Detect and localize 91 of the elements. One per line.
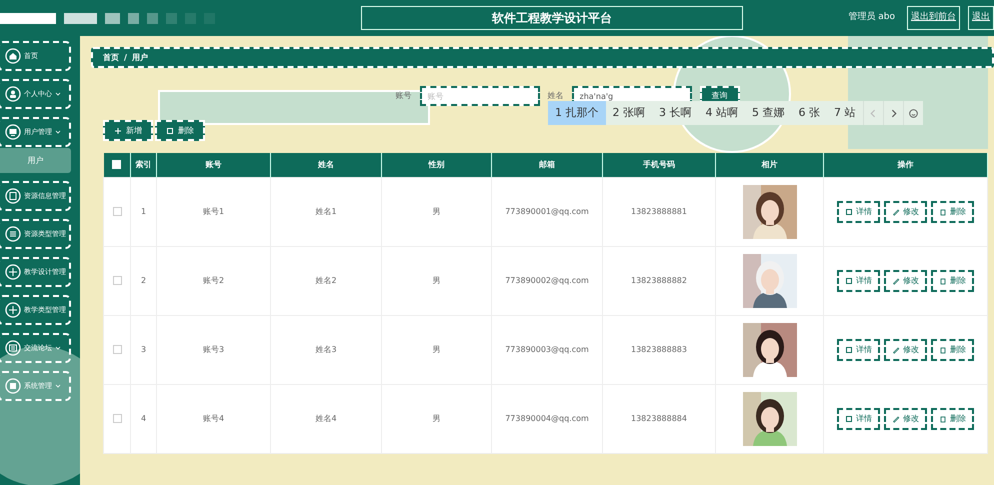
row-checkbox[interactable] <box>112 276 122 285</box>
document-icon <box>845 346 853 354</box>
row-checkbox[interactable] <box>112 414 122 423</box>
list-icon <box>5 226 21 242</box>
field-label: 账号 <box>396 90 412 102</box>
header-link[interactable]: 退出 <box>968 6 994 30</box>
detail-button[interactable]: 详情 <box>837 338 880 360</box>
edit-button[interactable]: 修改 <box>884 338 927 360</box>
table-cell: 姓名4 <box>270 384 382 453</box>
header-decoration <box>0 12 56 24</box>
column-header: 账号 <box>156 153 270 177</box>
table-cell: 男 <box>382 384 492 453</box>
edit-button[interactable]: 修改 <box>884 200 927 222</box>
table-cell: 男 <box>382 177 492 246</box>
header-link[interactable]: 退出到前台 <box>907 6 960 30</box>
table-cell: 13823888883 <box>602 315 716 384</box>
breadcrumb-link[interactable]: 首页 <box>103 52 119 64</box>
ime-candidate[interactable]: 5 查娜 <box>745 101 792 125</box>
emoji-icon <box>908 108 918 118</box>
home-icon <box>5 48 21 64</box>
table-cell: 13823888884 <box>602 384 716 453</box>
pencil-icon <box>892 276 900 284</box>
table-cell: 13823888882 <box>602 246 716 315</box>
table-cell: 4 <box>130 384 156 453</box>
ime-candidate[interactable]: 1 扎那个 <box>548 101 606 125</box>
column-header: 索引 <box>130 153 156 177</box>
delete-button[interactable]: 删除 <box>155 120 205 141</box>
header-decoration <box>128 12 139 24</box>
delete-button[interactable]: 删除 <box>931 408 974 430</box>
pencil-icon <box>892 414 900 422</box>
detail-button[interactable]: 详情 <box>837 408 880 430</box>
table-cell: 账号3 <box>156 315 270 384</box>
column-header: 性别 <box>382 153 492 177</box>
prev-icon <box>868 108 878 118</box>
user-name: 管理员 abo <box>847 10 896 24</box>
add-button[interactable]: 新增 <box>103 120 153 141</box>
column-header: 操作 <box>824 153 988 177</box>
monitor-icon <box>5 124 21 140</box>
document-icon <box>5 188 21 204</box>
table-cell: 姓名2 <box>270 246 382 315</box>
header-decoration <box>64 12 97 24</box>
document-icon <box>845 276 853 284</box>
document-icon <box>845 414 853 422</box>
table-cell: 1 <box>130 177 156 246</box>
document-icon <box>845 208 853 216</box>
detail-button[interactable]: 详情 <box>837 200 880 222</box>
select-all-checkbox[interactable] <box>112 160 122 170</box>
app-title: 软件工程教学设计平台 <box>361 6 744 30</box>
detail-button[interactable]: 详情 <box>837 270 880 292</box>
field-label: 姓名 <box>548 90 564 102</box>
delete-button[interactable]: 删除 <box>931 200 974 222</box>
pencil-icon <box>892 346 900 354</box>
table-cell: 13823888881 <box>602 177 716 246</box>
table-cell: 773890004@qq.com <box>492 384 602 453</box>
delete-button[interactable]: 删除 <box>931 338 974 360</box>
ime-candidate[interactable]: 7 站 <box>827 101 862 125</box>
row-checkbox[interactable] <box>112 344 122 354</box>
column-header: 邮箱 <box>492 153 602 177</box>
table-cell: 773890003@qq.com <box>492 315 602 384</box>
box-icon <box>5 378 21 394</box>
column-header: 姓名 <box>270 153 382 177</box>
ime-candidate[interactable]: 6 张 <box>792 101 827 125</box>
table-cell: 姓名1 <box>270 177 382 246</box>
delete-button[interactable]: 删除 <box>931 270 974 292</box>
header-decoration <box>185 12 196 24</box>
table-cell: 男 <box>382 315 492 384</box>
table-cell: 男 <box>382 246 492 315</box>
message-icon <box>5 340 21 356</box>
header-decoration <box>147 12 158 24</box>
header-decoration <box>166 12 177 24</box>
table-cell: 账号2 <box>156 246 270 315</box>
table-cell: 账号4 <box>156 384 270 453</box>
breadcrumb-separator: / <box>124 52 127 64</box>
column-header: 手机号码 <box>602 153 716 177</box>
edit-button[interactable]: 修改 <box>884 270 927 292</box>
grid-icon <box>5 302 21 318</box>
table-cell: 2 <box>130 246 156 315</box>
row-checkbox[interactable] <box>112 206 122 216</box>
header-decoration <box>105 12 120 24</box>
grid-icon <box>5 264 21 280</box>
pencil-icon <box>892 208 900 216</box>
table-cell: 姓名3 <box>270 315 382 384</box>
user-icon <box>5 86 21 102</box>
table-cell: 账号1 <box>156 177 270 246</box>
column-header: 相片 <box>716 153 824 177</box>
table-cell: 773890001@qq.com <box>492 177 602 246</box>
edit-button[interactable]: 修改 <box>884 408 927 430</box>
plus-icon <box>114 126 122 134</box>
table-cell: 3 <box>130 315 156 384</box>
table-cell: 773890002@qq.com <box>492 246 602 315</box>
search-field[interactable]: 账号 <box>420 86 540 106</box>
